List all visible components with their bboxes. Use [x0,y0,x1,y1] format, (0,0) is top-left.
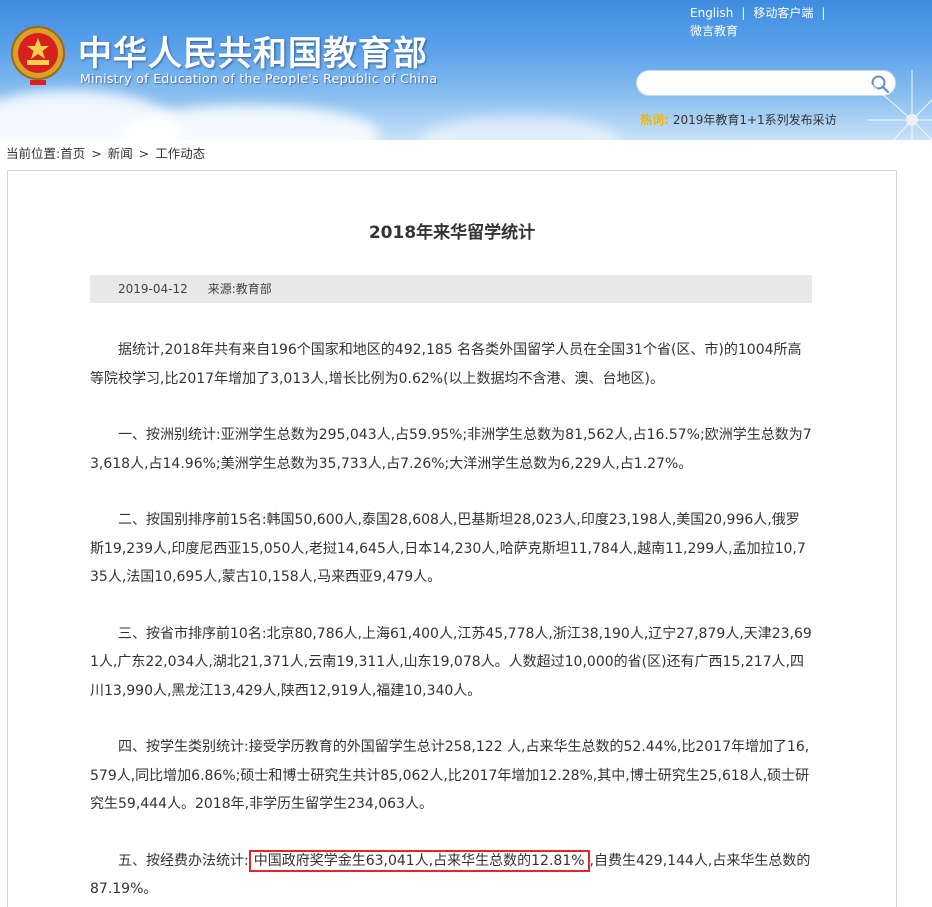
paragraph: 一、按洲别统计:亚洲学生总数为295,043人,占59.95%;非洲学生总数为8… [90,427,812,472]
breadcrumb-item-home[interactable]: 首页 [60,146,85,161]
site-title[interactable]: 中华人民共和国教育部 [78,26,428,75]
highlighted-text: 中国政府奖学金生63,041人,占来华生总数的12.81% [248,849,590,872]
link-separator: | [821,6,826,20]
link-separator: | [741,6,746,20]
breadcrumb: 当前位置:首页 > 新闻 > 工作动态 [6,143,205,162]
top-links: English | 移动客户端 | 微言教育 [690,4,833,40]
breadcrumb-prefix: 当前位置: [6,146,61,161]
paragraph: 据统计,2018年共有来自196个国家和地区的492,185 名各类外国留学人员… [90,342,802,387]
article-body: 据统计,2018年共有来自196个国家和地区的492,185 名各类外国留学人员… [90,336,812,907]
hot-word-link[interactable]: 2019年教育1+1系列发布采访 [673,113,837,127]
site-header: 中华人民共和国教育部 Ministry of Education of the … [0,0,932,140]
article-date: 2019-04-12 [118,282,188,296]
breadcrumb-arrow: > [91,146,102,161]
article-source: 来源:教育部 [207,282,272,296]
hot-words-label: 热词: [640,113,669,127]
paragraph-lead: 五、按经费办法统计: [118,852,249,869]
national-emblem-icon[interactable] [10,24,66,86]
cloud-decoration [420,115,620,140]
breadcrumb-item-news[interactable]: 新闻 [108,146,133,161]
dandelion-decoration-icon [867,70,932,140]
paragraph: 四、按学生类别统计:接受学历教育的外国留学生总计258,122 人,占来华生总数… [90,739,810,812]
weiyan-link[interactable]: 微言教育 [690,24,738,38]
site-subtitle: Ministry of Education of the People's Re… [80,71,438,86]
paragraph: 三、按省市排序前10名:北京80,786人,上海61,400人,江苏45,778… [90,625,812,699]
english-link[interactable]: English [690,6,733,20]
paragraph: 二、按国别排序前15名:韩国50,600人,泰国28,608人,巴基斯坦28,0… [90,512,806,585]
paragraph: 五、按经费办法统计: 中国政府奖学金生63,041人,占来华生总数的12.81%,… [90,847,812,904]
hot-words: 热词: 2019年教育1+1系列发布采访 [640,111,837,128]
breadcrumb-arrow: > [138,146,150,161]
mobile-client-link[interactable]: 移动客户端 [753,6,813,20]
breadcrumb-item-work[interactable]: 工作动态 [155,146,205,161]
article-meta: 2019-04-12 来源:教育部 [90,275,812,303]
article-title: 2018年来华留学统计 [368,223,536,243]
